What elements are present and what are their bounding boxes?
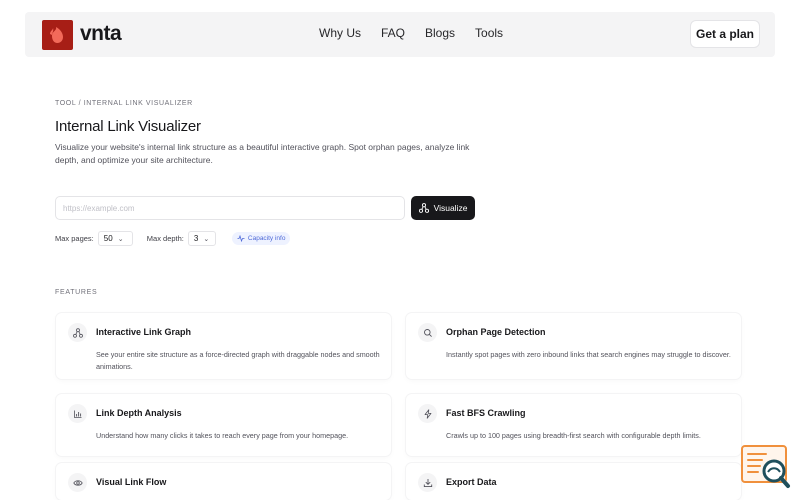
breadcrumb: TOOL / INTERNAL LINK VISUALIZER bbox=[55, 100, 193, 107]
page-description: Visualize your website's internal link s… bbox=[55, 142, 470, 165]
feature-text: Understand how many clicks it takes to r… bbox=[96, 431, 349, 440]
nav-link-tools[interactable]: Tools bbox=[475, 26, 503, 40]
feature-card-fast-bfs-crawling: Fast BFS Crawling Crawls up to 100 pages… bbox=[406, 394, 741, 456]
url-input[interactable] bbox=[55, 196, 405, 220]
nav-link-why-us[interactable]: Why Us bbox=[319, 26, 361, 40]
nav-link-faq[interactable]: FAQ bbox=[381, 26, 405, 40]
top-navbar: vnta Why Us FAQ Blogs Tools Get a plan bbox=[25, 12, 775, 57]
feature-title: Export Data bbox=[446, 477, 497, 487]
feature-text: See your entire site structure as a forc… bbox=[96, 350, 380, 371]
feature-title: Link Depth Analysis bbox=[96, 408, 182, 418]
seo-analyzer-widget-icon[interactable] bbox=[740, 444, 792, 490]
feature-text: Crawls up to 100 pages using breadth-fir… bbox=[446, 431, 701, 440]
max-pages-select[interactable]: 50 ⌄ bbox=[97, 231, 133, 246]
feature-title: Fast BFS Crawling bbox=[446, 408, 526, 418]
capacity-info-label: Capacity info bbox=[247, 235, 286, 242]
search-icon bbox=[418, 323, 437, 342]
feature-card-visual-link-flow: Visual Link Flow bbox=[56, 463, 391, 500]
features-label: FEATURES bbox=[55, 289, 98, 296]
get-a-plan-button[interactable]: Get a plan bbox=[690, 20, 760, 48]
feature-card-orphan-page-detection: Orphan Page Detection Instantly spot pag… bbox=[406, 313, 741, 379]
feature-card-export-data: Export Data bbox=[406, 463, 741, 500]
feature-title: Orphan Page Detection bbox=[446, 327, 546, 337]
chevron-down-icon: ⌄ bbox=[117, 235, 124, 243]
chevron-down-icon: ⌄ bbox=[203, 235, 210, 243]
page-title: Internal Link Visualizer bbox=[55, 118, 201, 135]
feature-card-interactive-link-graph: Interactive Link Graph See your entire s… bbox=[56, 313, 391, 379]
feature-title: Visual Link Flow bbox=[96, 477, 167, 487]
capacity-info-badge[interactable]: Capacity info bbox=[231, 232, 291, 245]
lightning-icon bbox=[418, 404, 437, 423]
nav-links: Why Us FAQ Blogs Tools bbox=[319, 26, 523, 40]
activity-icon bbox=[237, 235, 245, 242]
max-depth-value: 3 bbox=[193, 234, 199, 243]
graph-nodes-icon bbox=[68, 323, 87, 342]
max-pages-value: 50 bbox=[103, 234, 113, 243]
feature-card-link-depth-analysis: Link Depth Analysis Understand how many … bbox=[56, 394, 391, 456]
eye-icon bbox=[68, 473, 87, 492]
feature-text: Instantly spot pages with zero inbound l… bbox=[446, 350, 731, 359]
visualize-button[interactable]: Visualize bbox=[411, 196, 475, 220]
max-pages-label: Max pages: bbox=[55, 234, 94, 243]
flame-logo-icon[interactable] bbox=[42, 20, 73, 50]
nav-link-blogs[interactable]: Blogs bbox=[425, 26, 455, 40]
max-depth-label: Max depth: bbox=[146, 234, 184, 243]
graph-nodes-icon bbox=[418, 203, 429, 213]
download-icon bbox=[418, 473, 437, 492]
feature-title: Interactive Link Graph bbox=[96, 327, 192, 337]
bar-chart-icon bbox=[68, 404, 87, 423]
brand-name[interactable]: vnta bbox=[80, 22, 122, 46]
visualize-button-label: Visualize bbox=[433, 203, 468, 213]
max-depth-select[interactable]: 3 ⌄ bbox=[187, 231, 216, 246]
crawl-options: Max pages: 50 ⌄ Max depth: 3 ⌄ Capacity … bbox=[55, 231, 291, 246]
